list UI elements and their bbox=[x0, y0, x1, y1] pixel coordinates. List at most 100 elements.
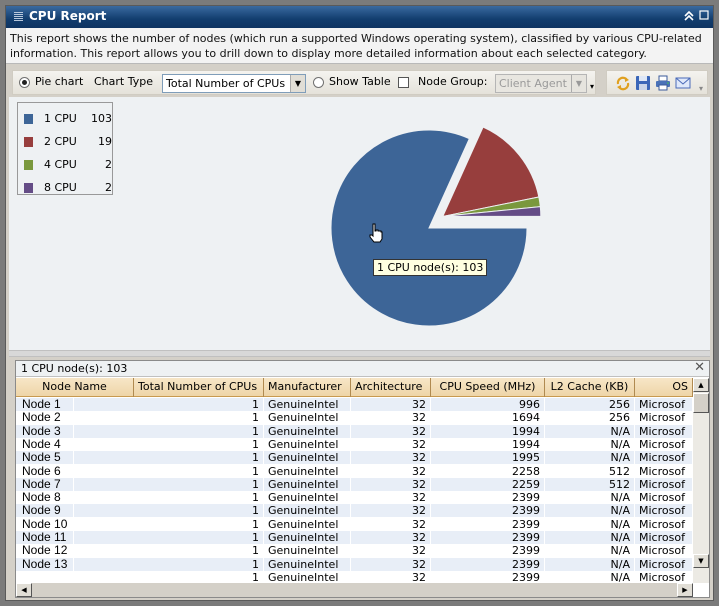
print-icon[interactable] bbox=[655, 75, 671, 91]
drag-grip-icon[interactable] bbox=[14, 12, 23, 22]
node-group-value: Client Agent bbox=[499, 77, 567, 90]
toolbar-overflow-icon[interactable]: ▾ bbox=[699, 84, 703, 93]
table-cell: Node 12 bbox=[19, 544, 74, 558]
toolbar-overflow-icon[interactable]: ▾ bbox=[590, 82, 594, 91]
table-cell: 32 bbox=[351, 424, 431, 438]
table-cell: 32 bbox=[351, 437, 431, 451]
scroll-down-icon[interactable]: ▼ bbox=[693, 554, 709, 568]
column-header[interactable]: Architecture bbox=[351, 378, 431, 397]
column-header[interactable]: Node Name bbox=[16, 378, 134, 397]
table-row[interactable]: Node 4 1 GenuineIntel 32 1994 N/A Microsof bbox=[16, 437, 693, 451]
node-group-checkbox[interactable] bbox=[398, 77, 409, 88]
column-header[interactable]: OS bbox=[635, 378, 693, 397]
table-row[interactable]: Node 7 1 GenuineIntel 32 2259 512 Microsof bbox=[16, 477, 693, 491]
table-cell: Microsof bbox=[635, 451, 693, 465]
table-cell: GenuineIntel bbox=[264, 411, 351, 425]
table-row[interactable]: Node 6 1 GenuineIntel 32 2258 512 Microsof bbox=[16, 464, 693, 478]
table-cell: GenuineIntel bbox=[264, 557, 351, 571]
chevron-down-icon[interactable]: ▼ bbox=[571, 75, 586, 92]
table-cell: 32 bbox=[351, 451, 431, 465]
table-cell: Microsof bbox=[635, 464, 693, 478]
table-row[interactable]: Node 10 1 GenuineIntel 32 2399 N/A Microsof bbox=[16, 517, 693, 531]
horizontal-scroll-thumb[interactable] bbox=[32, 583, 292, 597]
table-cell: 256 bbox=[545, 398, 635, 411]
table-cell: N/A bbox=[545, 504, 635, 518]
scroll-left-icon[interactable]: ◀ bbox=[16, 583, 32, 597]
table-row[interactable]: Node 11 1 GenuineIntel 32 2399 N/A Microsof bbox=[16, 531, 693, 544]
table-cell: 1 bbox=[134, 437, 264, 451]
scroll-right-icon[interactable]: ▶ bbox=[677, 583, 693, 597]
table-cell: Node 7 bbox=[19, 477, 74, 491]
show-table-label[interactable]: Show Table bbox=[329, 75, 391, 88]
table-cell: Node 1 bbox=[19, 398, 74, 411]
report-description: This report shows the number of nodes (w… bbox=[6, 28, 713, 64]
table-row[interactable]: Node 2 1 GenuineIntel 32 1694 256 Microsof bbox=[16, 411, 693, 425]
table-cell: 32 bbox=[351, 517, 431, 531]
column-header[interactable]: L2 Cache (KB) bbox=[545, 378, 635, 397]
column-header[interactable]: CPU Speed (MHz) bbox=[431, 378, 545, 397]
save-icon[interactable] bbox=[635, 75, 651, 91]
vertical-scroll-thumb[interactable] bbox=[693, 393, 709, 413]
pane-splitter[interactable] bbox=[9, 350, 710, 357]
close-icon[interactable]: ✕ bbox=[694, 360, 705, 375]
column-header[interactable]: Total Number of CPUs bbox=[134, 378, 264, 397]
column-header[interactable]: Manufacturer bbox=[264, 378, 351, 397]
vertical-scrollbar[interactable]: ▲ ▼ bbox=[693, 378, 709, 583]
table-cell: N/A bbox=[545, 437, 635, 451]
chart-type-label: Chart Type bbox=[94, 75, 153, 88]
table-cell: Microsof bbox=[635, 544, 693, 558]
table-cell: N/A bbox=[545, 570, 635, 583]
table-header: Node Name Total Number of CPUs Manufacture… bbox=[16, 378, 693, 397]
table-cell: Node 9 bbox=[19, 504, 74, 518]
table-row[interactable]: Node 1 1 GenuineIntel 32 996 256 Microsof bbox=[16, 398, 693, 411]
table-cell: 32 bbox=[351, 557, 431, 571]
table-row[interactable]: Node 13 1 GenuineIntel 32 2399 N/A Microsof bbox=[16, 557, 693, 571]
table-cell: 996 bbox=[431, 398, 545, 411]
table-cell: 1 bbox=[134, 477, 264, 491]
table-cell: 1994 bbox=[431, 424, 545, 438]
node-group-select[interactable]: Client Agent ▼ bbox=[495, 74, 587, 93]
table-cell: Microsof bbox=[635, 491, 693, 505]
table-cell: Microsof bbox=[635, 477, 693, 491]
table-cell: Microsof bbox=[635, 517, 693, 531]
table-row[interactable]: 1 GenuineIntel 32 2399 N/A Microsof bbox=[16, 570, 693, 583]
show-table-radio[interactable] bbox=[313, 77, 324, 88]
scroll-up-icon[interactable]: ▲ bbox=[693, 378, 709, 392]
table-cell: 2399 bbox=[431, 544, 545, 558]
table-cell: 2399 bbox=[431, 517, 545, 531]
node-group-label: Node Group: bbox=[418, 75, 488, 88]
pie-chart-label[interactable]: Pie chart bbox=[35, 75, 83, 88]
table-cell: Microsof bbox=[635, 398, 693, 411]
table-cell: 2399 bbox=[431, 491, 545, 505]
table-cell: 256 bbox=[545, 411, 635, 425]
table-row[interactable]: Node 5 1 GenuineIntel 32 1995 N/A Microsof bbox=[16, 451, 693, 465]
table-cell: N/A bbox=[545, 451, 635, 465]
table-row[interactable]: Node 8 1 GenuineIntel 32 2399 N/A Microsof bbox=[16, 491, 693, 505]
email-icon[interactable] bbox=[675, 75, 691, 91]
table-cell: 32 bbox=[351, 504, 431, 518]
pie-chart-radio[interactable] bbox=[19, 77, 30, 88]
chart-type-select[interactable]: Total Number of CPUs ▼ bbox=[162, 74, 306, 93]
horizontal-scrollbar[interactable]: ◀ ▶ bbox=[16, 583, 693, 597]
maximize-icon[interactable] bbox=[698, 10, 710, 22]
table-cell: 1 bbox=[134, 531, 264, 544]
table-cell: 512 bbox=[545, 464, 635, 478]
table-cell: 1 bbox=[134, 398, 264, 411]
chevron-down-icon[interactable]: ▼ bbox=[290, 75, 305, 92]
chart-area: 1 CPU 103 2 CPU 19 4 CPU 2 8 CPU 2 1 CPU… bbox=[9, 97, 710, 350]
table-cell: 1694 bbox=[431, 411, 545, 425]
table-cell: Node 3 bbox=[19, 424, 74, 438]
table-cell: Microsof bbox=[635, 437, 693, 451]
table-row[interactable]: Node 3 1 GenuineIntel 32 1994 N/A Microsof bbox=[16, 424, 693, 438]
table-cell: Microsof bbox=[635, 424, 693, 438]
refresh-icon[interactable] bbox=[615, 75, 631, 91]
table-row[interactable]: Node 9 1 GenuineIntel 32 2399 N/A Microsof bbox=[16, 504, 693, 518]
collapse-icon[interactable] bbox=[683, 10, 695, 22]
table-row[interactable]: Node 12 1 GenuineIntel 32 2399 N/A Microsof bbox=[16, 544, 693, 558]
table-cell: N/A bbox=[545, 424, 635, 438]
table-cell: 1 bbox=[134, 451, 264, 465]
table-cell: Microsof bbox=[635, 411, 693, 425]
table-cell: 2258 bbox=[431, 464, 545, 478]
table-cell: 2399 bbox=[431, 504, 545, 518]
table-cell: GenuineIntel bbox=[264, 464, 351, 478]
